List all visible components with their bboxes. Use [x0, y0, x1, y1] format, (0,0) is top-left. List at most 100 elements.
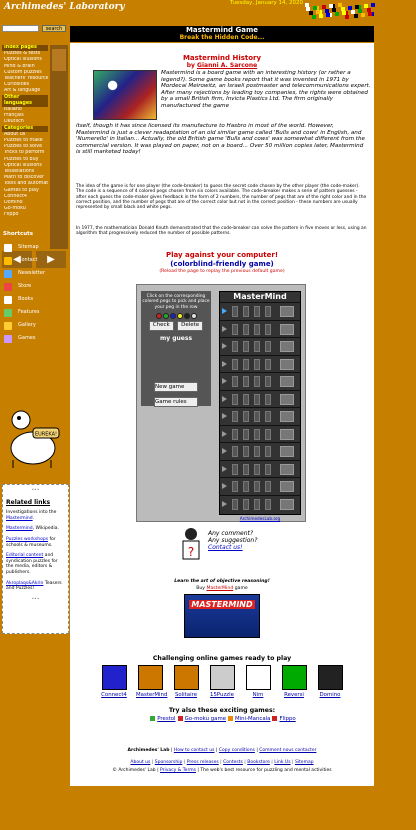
footer-privacy-link[interactable]: Privacy & Terms [160, 768, 196, 773]
peg-slot[interactable] [265, 481, 271, 492]
peg-slot[interactable] [254, 428, 260, 440]
board-row[interactable] [220, 494, 300, 513]
shortcut-store[interactable]: Store [4, 282, 31, 291]
game-label[interactable]: Connect4 [100, 692, 128, 698]
peg-slot[interactable] [243, 323, 249, 335]
related-link[interactable]: Editorial content [6, 553, 43, 558]
sidebar-menu[interactable]: Index pages Puzzles & tests Optical illusi… [2, 45, 48, 249]
peg-slot[interactable] [254, 358, 260, 370]
peg-slot[interactable] [265, 463, 271, 475]
search-input[interactable] [2, 25, 39, 32]
peg-slot[interactable] [254, 446, 260, 457]
related-link[interactable]: Mastermind [6, 526, 33, 531]
peg-slot[interactable] [254, 376, 260, 387]
game-tile-solitaire[interactable]: Solitaire [172, 665, 200, 698]
peg-slot[interactable] [254, 393, 260, 405]
peg-slot[interactable] [265, 306, 271, 317]
footer-link[interactable]: Sponsorship [155, 760, 183, 765]
shortcut-books[interactable]: Books [4, 295, 33, 304]
check-button[interactable]: Check [148, 321, 174, 331]
shortcut-games[interactable]: Games [4, 334, 36, 343]
peg-slot[interactable] [254, 411, 260, 422]
try-game-link[interactable]: Mini-Mancala [235, 716, 270, 722]
game-label[interactable]: Reversi [280, 692, 308, 698]
peg-slot[interactable] [265, 393, 271, 405]
board-row[interactable] [220, 302, 300, 320]
peg-slot[interactable] [265, 323, 271, 335]
try-game-link[interactable]: Flippo [279, 716, 295, 722]
sidebar-scrollbar[interactable] [50, 45, 68, 249]
peg-slot[interactable] [243, 306, 249, 317]
buy-link[interactable]: MasterMind [206, 586, 233, 591]
try-game-link[interactable]: Prestol [157, 716, 175, 722]
peg-slot[interactable] [243, 341, 249, 352]
scrollbar-thumb[interactable] [52, 49, 66, 71]
game-label[interactable]: Domino [316, 692, 344, 698]
peg-slot[interactable] [243, 376, 249, 387]
peg-slot[interactable] [232, 376, 238, 387]
board-row[interactable] [220, 407, 300, 425]
peg-slot[interactable] [232, 358, 238, 370]
game-tile-mastermind[interactable]: MasterMind [136, 665, 167, 698]
peg-slot[interactable] [232, 341, 238, 352]
game-tile-connect4[interactable]: Connect4 [100, 665, 128, 698]
peg-slot[interactable] [243, 463, 249, 475]
game-tile-nim[interactable]: Nim [244, 665, 272, 698]
sidebar-item[interactable]: Tricks to perform [2, 150, 48, 156]
peg-slot[interactable] [254, 463, 260, 475]
game-tile-domino[interactable]: Domino [316, 665, 344, 698]
related-link[interactable]: Puzzles workshops [6, 537, 48, 542]
board-row[interactable] [220, 319, 300, 338]
mastermind-box-image[interactable]: MASTERMIND [184, 594, 260, 638]
peg-slot[interactable] [232, 323, 238, 335]
footer-contact-fr-link[interactable]: Comment nous contacter [259, 748, 316, 753]
footer-link[interactable]: Press releases [187, 760, 219, 765]
peg-slot[interactable] [265, 341, 271, 352]
footer-link[interactable]: Sitemap [295, 760, 314, 765]
board-row[interactable] [220, 424, 300, 443]
board-row[interactable] [220, 442, 300, 460]
peg-slot[interactable] [254, 306, 260, 317]
peg-slot[interactable] [265, 498, 271, 510]
board-row[interactable] [220, 459, 300, 478]
game-tile-reversi[interactable]: Reversi [280, 665, 308, 698]
footer-copy-link[interactable]: Copy conditions [219, 748, 255, 753]
peg-slot[interactable] [254, 498, 260, 510]
related-link[interactable]: Akroplaqs&Akrin [6, 581, 43, 586]
peg-slot[interactable] [232, 463, 238, 475]
colorblind-link[interactable]: (colorblind-friendly game) [70, 260, 374, 268]
shortcut-features[interactable]: Features [4, 308, 40, 317]
footer-contact-link[interactable]: How to contact us [174, 748, 215, 753]
board-row[interactable] [220, 354, 300, 373]
peg-slot[interactable] [232, 393, 238, 405]
sidebar-item[interactable]: Flippo [2, 212, 48, 218]
footer-link[interactable]: About us [130, 760, 150, 765]
peg-slot[interactable] [265, 411, 271, 422]
delete-button[interactable]: Delete [177, 321, 204, 331]
sidebar-item[interactable]: Optical illusions [2, 57, 48, 63]
board-row[interactable] [220, 372, 300, 390]
peg-slot[interactable] [232, 428, 238, 440]
peg-slot[interactable] [265, 376, 271, 387]
peg-slot[interactable] [254, 341, 260, 352]
footer-link[interactable]: Bookstore [247, 760, 270, 765]
new-game-button[interactable]: New game [154, 382, 198, 392]
peg-slot[interactable] [232, 446, 238, 457]
game-rules-button[interactable]: Game rules [154, 397, 198, 407]
peg-slot[interactable] [265, 358, 271, 370]
peg-slot[interactable] [265, 428, 271, 440]
peg-slot[interactable] [243, 411, 249, 422]
peg-slot[interactable] [232, 498, 238, 510]
peg-slot[interactable] [243, 358, 249, 370]
shortcut-sitemap[interactable]: Sitemap [4, 243, 39, 252]
footer-link[interactable]: Contests [223, 760, 243, 765]
peg-slot[interactable] [243, 428, 249, 440]
game-label[interactable]: Solitaire [172, 692, 200, 698]
shortcut-contact[interactable]: Contact [4, 256, 37, 265]
shortcut-gallery[interactable]: Gallery [4, 321, 36, 330]
peg-slot[interactable] [232, 306, 238, 317]
peg-slot[interactable] [243, 393, 249, 405]
arrow-right-icon[interactable]: ▶ [36, 251, 66, 268]
board-row[interactable] [220, 337, 300, 355]
board-row[interactable] [220, 389, 300, 408]
